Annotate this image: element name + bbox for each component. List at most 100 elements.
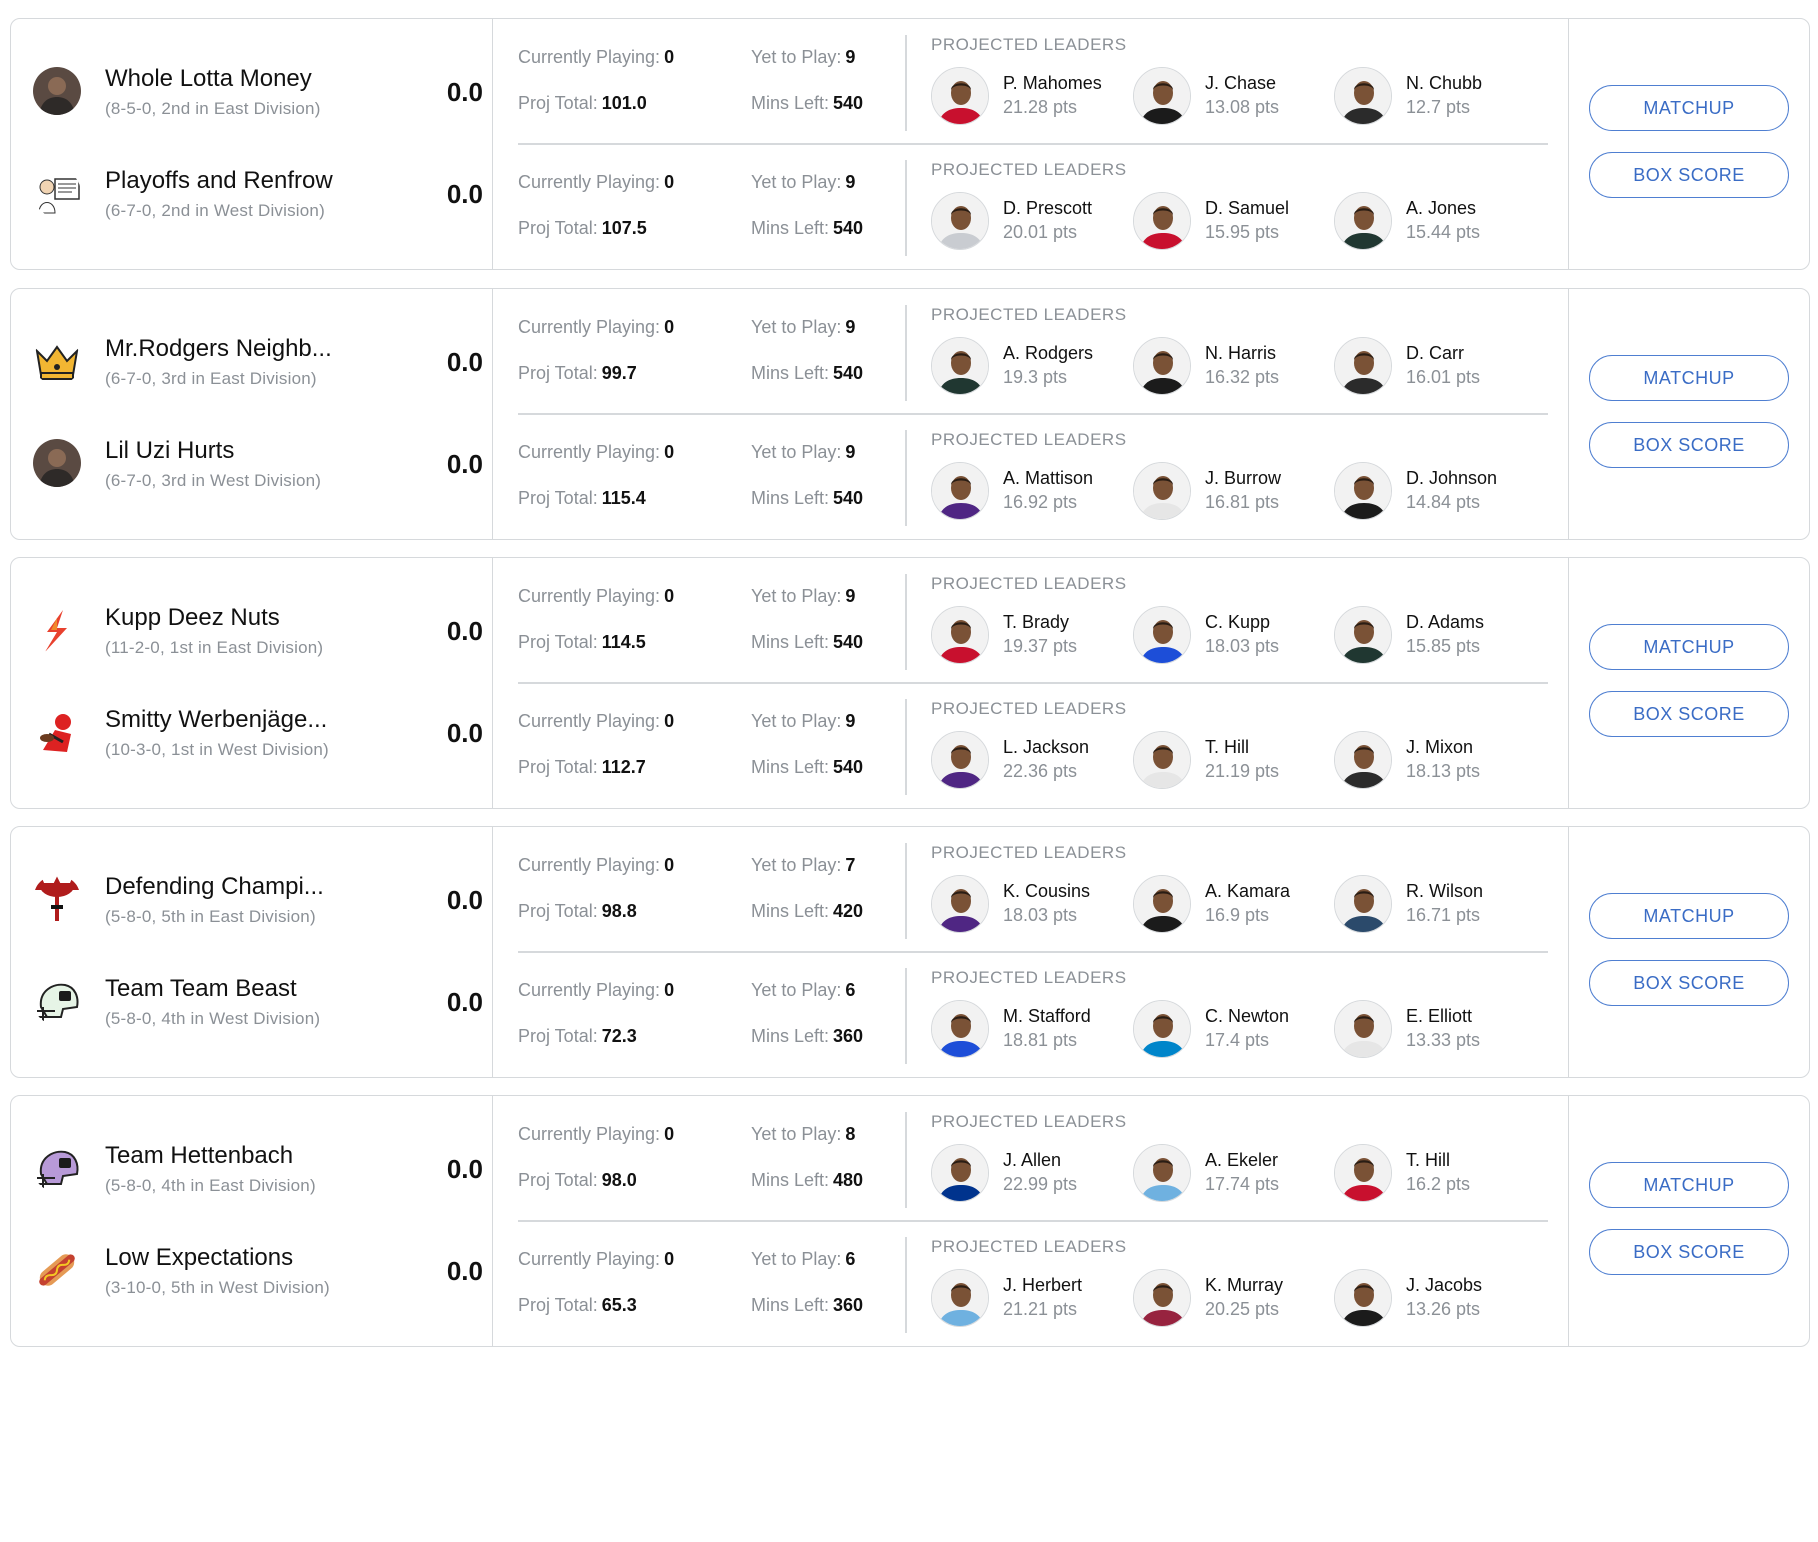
leader[interactable]: N. Chubb 12.7 pts	[1334, 67, 1534, 127]
player-name[interactable]: C. Newton	[1205, 1006, 1289, 1027]
player-headshot	[931, 1000, 989, 1058]
matchup-button[interactable]: MATCHUP	[1589, 1162, 1789, 1208]
stat-label: Proj Total:	[518, 901, 598, 921]
box-score-button[interactable]: BOX SCORE	[1589, 152, 1789, 198]
player-name[interactable]: R. Wilson	[1406, 881, 1483, 902]
team-name[interactable]: Defending Champi...	[105, 873, 324, 901]
player-name[interactable]: J. Mixon	[1406, 737, 1473, 758]
player-name[interactable]: N. Harris	[1205, 343, 1276, 364]
leader[interactable]: J. Burrow 16.81 pts	[1133, 462, 1333, 522]
team-row[interactable]: Lil Uzi Hurts (6-7-0, 3rd in West Divisi…	[33, 427, 483, 507]
player-name[interactable]: A. Rodgers	[1003, 343, 1093, 364]
matchup-button[interactable]: MATCHUP	[1589, 893, 1789, 939]
team-name[interactable]: Smitty Werbenjäge...	[105, 706, 327, 734]
leader[interactable]: D. Adams 15.85 pts	[1334, 606, 1534, 666]
leader[interactable]: C. Kupp 18.03 pts	[1133, 606, 1333, 666]
player-name[interactable]: J. Chase	[1205, 73, 1276, 94]
team-name[interactable]: Team Team Beast	[105, 975, 297, 1003]
leader[interactable]: K. Cousins 18.03 pts	[931, 875, 1131, 935]
team-name[interactable]: Lil Uzi Hurts	[105, 437, 234, 465]
player-name[interactable]: L. Jackson	[1003, 737, 1089, 758]
leader[interactable]: K. Murray 20.25 pts	[1133, 1269, 1333, 1329]
player-name[interactable]: D. Carr	[1406, 343, 1464, 364]
leader[interactable]: T. Hill 16.2 pts	[1334, 1144, 1534, 1204]
stat-label: Yet to Play:	[751, 586, 842, 606]
leader[interactable]: T. Brady 19.37 pts	[931, 606, 1131, 666]
leader[interactable]: J. Mixon 18.13 pts	[1334, 731, 1534, 791]
team-name[interactable]: Low Expectations	[105, 1244, 293, 1272]
player-name[interactable]: J. Allen	[1003, 1150, 1061, 1171]
leader[interactable]: P. Mahomes 21.28 pts	[931, 67, 1131, 127]
team-name[interactable]: Whole Lotta Money	[105, 65, 312, 93]
team-name[interactable]: Playoffs and Renfrow	[105, 167, 333, 195]
box-score-button[interactable]: BOX SCORE	[1589, 1229, 1789, 1275]
player-name[interactable]: E. Elliott	[1406, 1006, 1472, 1027]
team-row[interactable]: Team Team Beast (5-8-0, 4th in West Divi…	[33, 965, 483, 1045]
leader[interactable]: A. Rodgers 19.3 pts	[931, 337, 1131, 397]
player-name[interactable]: C. Kupp	[1205, 612, 1270, 633]
team-row[interactable]: Team Hettenbach (5-8-0, 4th in East Divi…	[33, 1132, 483, 1212]
leader[interactable]: D. Carr 16.01 pts	[1334, 337, 1534, 397]
leader[interactable]: N. Harris 16.32 pts	[1133, 337, 1333, 397]
leader[interactable]: J. Jacobs 13.26 pts	[1334, 1269, 1534, 1329]
yet-to-play: Yet to Play: 6	[751, 1249, 855, 1270]
team-name[interactable]: Mr.Rodgers Neighb...	[105, 335, 332, 363]
leader[interactable]: J. Allen 22.99 pts	[931, 1144, 1131, 1204]
box-score-button[interactable]: BOX SCORE	[1589, 422, 1789, 468]
box-score-button[interactable]: BOX SCORE	[1589, 691, 1789, 737]
player-name[interactable]: D. Adams	[1406, 612, 1484, 633]
player-name[interactable]: K. Murray	[1205, 1275, 1283, 1296]
leader[interactable]: A. Kamara 16.9 pts	[1133, 875, 1333, 935]
player-name[interactable]: J. Jacobs	[1406, 1275, 1482, 1296]
matchup-button[interactable]: MATCHUP	[1589, 355, 1789, 401]
proj-total: Proj Total: 112.7	[518, 757, 646, 778]
leader[interactable]: D. Prescott 20.01 pts	[931, 192, 1131, 252]
mins-left: Mins Left: 540	[751, 218, 863, 239]
stat-label: Proj Total:	[518, 93, 598, 113]
leader[interactable]: C. Newton 17.4 pts	[1133, 1000, 1333, 1060]
player-name[interactable]: A. Mattison	[1003, 468, 1093, 489]
player-name[interactable]: A. Kamara	[1205, 881, 1290, 902]
leader[interactable]: D. Johnson 14.84 pts	[1334, 462, 1534, 522]
leader[interactable]: D. Samuel 15.95 pts	[1133, 192, 1333, 252]
player-name[interactable]: J. Herbert	[1003, 1275, 1082, 1296]
team-row[interactable]: Low Expectations (3-10-0, 5th in West Di…	[33, 1234, 483, 1314]
box-score-button[interactable]: BOX SCORE	[1589, 960, 1789, 1006]
player-name[interactable]: D. Johnson	[1406, 468, 1497, 489]
team-row[interactable]: Mr.Rodgers Neighb... (6-7-0, 3rd in East…	[33, 325, 483, 405]
leader[interactable]: A. Jones 15.44 pts	[1334, 192, 1534, 252]
team-row[interactable]: Whole Lotta Money (8-5-0, 2nd in East Di…	[33, 55, 483, 135]
player-name[interactable]: K. Cousins	[1003, 881, 1090, 902]
leader[interactable]: J. Chase 13.08 pts	[1133, 67, 1333, 127]
leader[interactable]: A. Ekeler 17.74 pts	[1133, 1144, 1333, 1204]
player-name[interactable]: D. Samuel	[1205, 198, 1289, 219]
team-name[interactable]: Kupp Deez Nuts	[105, 604, 280, 632]
player-name[interactable]: J. Burrow	[1205, 468, 1281, 489]
leader[interactable]: A. Mattison 16.92 pts	[931, 462, 1131, 522]
team-row[interactable]: Playoffs and Renfrow (6-7-0, 2nd in West…	[33, 157, 483, 237]
leader[interactable]: E. Elliott 13.33 pts	[1334, 1000, 1534, 1060]
player-name[interactable]: D. Prescott	[1003, 198, 1092, 219]
leader[interactable]: T. Hill 21.19 pts	[1133, 731, 1333, 791]
player-name[interactable]: T. Hill	[1205, 737, 1249, 758]
player-points: 21.28 pts	[1003, 97, 1078, 117]
player-name[interactable]: T. Brady	[1003, 612, 1069, 633]
leader[interactable]: M. Stafford 18.81 pts	[931, 1000, 1131, 1060]
matchup-button[interactable]: MATCHUP	[1589, 624, 1789, 670]
team-name[interactable]: Team Hettenbach	[105, 1142, 293, 1170]
player-name[interactable]: M. Stafford	[1003, 1006, 1091, 1027]
leader[interactable]: L. Jackson 22.36 pts	[931, 731, 1131, 791]
stat-value: 540	[833, 488, 864, 508]
team-row[interactable]: Kupp Deez Nuts (11-2-0, 1st in East Divi…	[33, 594, 483, 674]
player-name[interactable]: A. Jones	[1406, 198, 1476, 219]
player-name[interactable]: A. Ekeler	[1205, 1150, 1278, 1171]
team-row[interactable]: Smitty Werbenjäge... (10-3-0, 1st in Wes…	[33, 696, 483, 776]
team-row[interactable]: Defending Champi... (5-8-0, 5th in East …	[33, 863, 483, 943]
projected-leaders-title: PROJECTED LEADERS	[931, 699, 1127, 718]
player-name[interactable]: T. Hill	[1406, 1150, 1450, 1171]
player-name[interactable]: N. Chubb	[1406, 73, 1482, 94]
matchup-button[interactable]: MATCHUP	[1589, 85, 1789, 131]
leader[interactable]: J. Herbert 21.21 pts	[931, 1269, 1131, 1329]
leader[interactable]: R. Wilson 16.71 pts	[1334, 875, 1534, 935]
player-name[interactable]: P. Mahomes	[1003, 73, 1102, 94]
